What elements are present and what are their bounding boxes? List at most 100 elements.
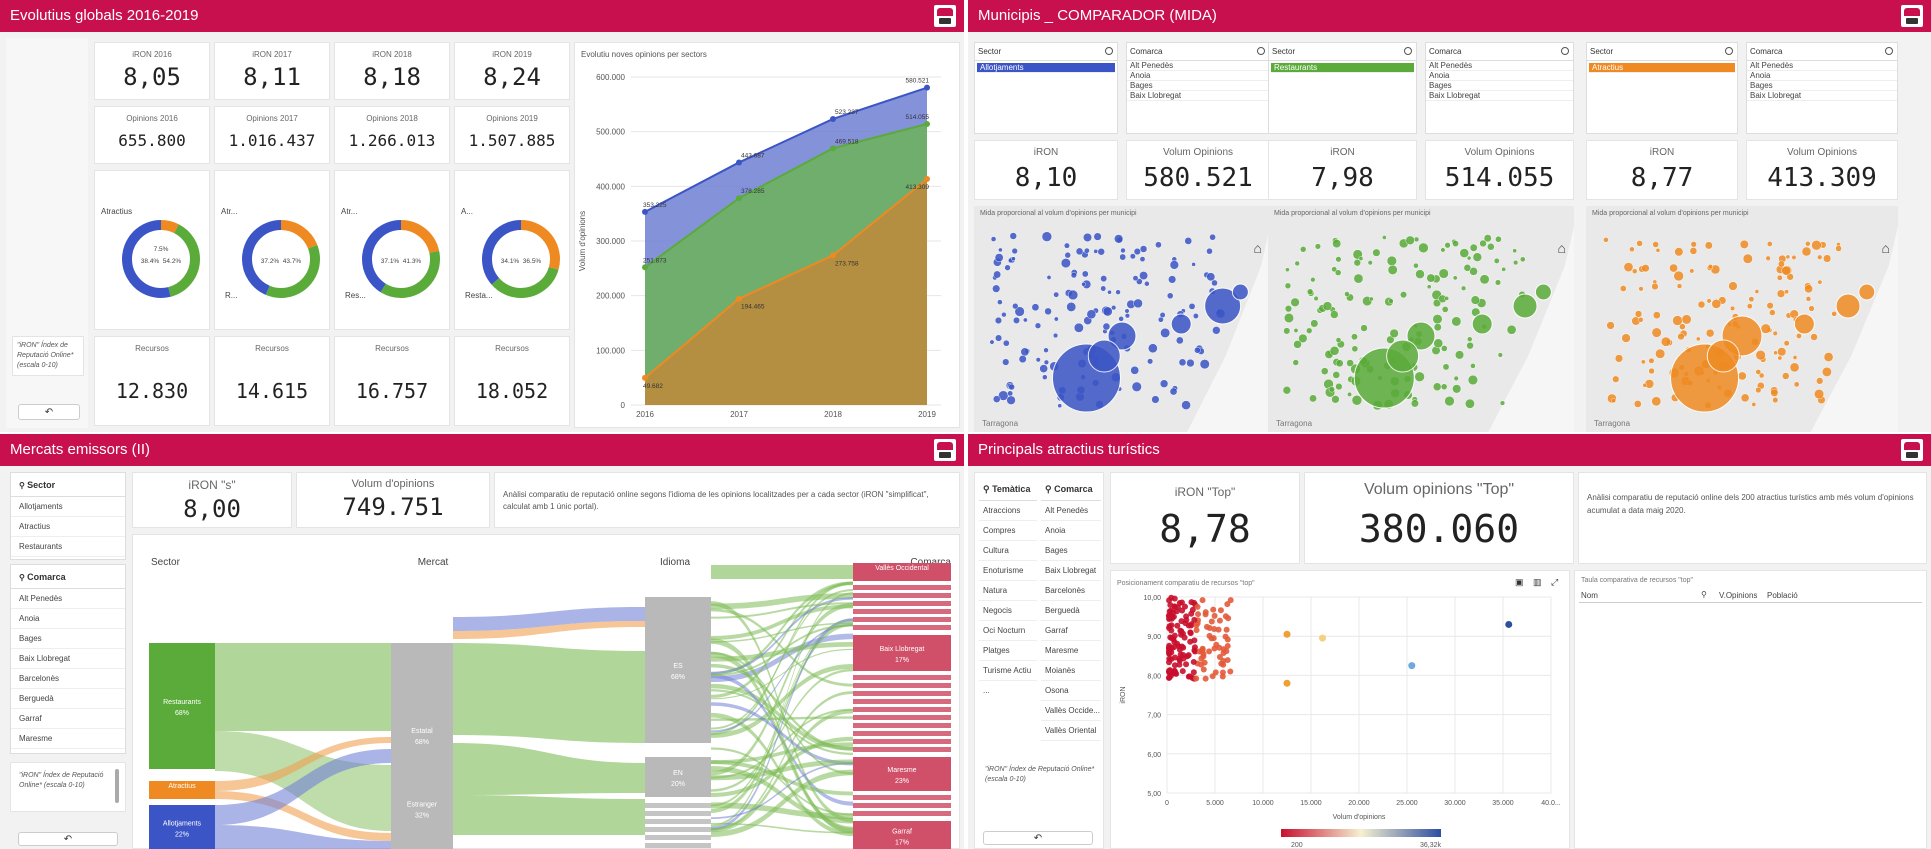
municipi-bubble[interactable] xyxy=(1386,339,1420,373)
resource-point[interactable] xyxy=(1165,648,1172,655)
resource-point[interactable] xyxy=(1195,611,1202,618)
municipi-bubble[interactable] xyxy=(1206,272,1216,282)
municipi-bubble[interactable] xyxy=(1697,300,1706,309)
municipi-bubble[interactable] xyxy=(1432,382,1442,392)
municipi-bubble[interactable] xyxy=(1042,374,1048,380)
municipi-bubble[interactable] xyxy=(1441,345,1448,352)
data-point[interactable] xyxy=(924,84,930,91)
sector-item[interactable]: Atractius xyxy=(11,517,125,537)
municipi-bubble[interactable] xyxy=(1169,260,1179,270)
municipi-bubble[interactable] xyxy=(1043,359,1050,365)
municipi-bubble[interactable] xyxy=(1777,347,1787,357)
municipi-bubble[interactable] xyxy=(1689,268,1695,274)
node-en[interactable] xyxy=(645,757,711,797)
municipi-bubble[interactable] xyxy=(1433,338,1444,349)
resource-point[interactable] xyxy=(1222,613,1229,620)
search-icon[interactable] xyxy=(1561,47,1569,55)
comarca-item[interactable]: Vallès Occide... xyxy=(1041,701,1101,721)
municipi-bubble[interactable] xyxy=(1463,264,1472,272)
back-button[interactable]: ↶ xyxy=(983,831,1093,845)
municipi-bubble[interactable] xyxy=(1346,359,1354,367)
comarca-item[interactable]: Maresme xyxy=(11,729,125,749)
node-comarca-minor[interactable] xyxy=(853,601,951,606)
municipi-bubble[interactable] xyxy=(994,316,1003,325)
municipi-bubble[interactable] xyxy=(1209,233,1216,241)
data-point[interactable] xyxy=(642,208,648,215)
municipi-bubble[interactable] xyxy=(1139,245,1148,253)
comarca-filter-header[interactable]: ⚲ Comarca xyxy=(1041,477,1101,501)
resource-point[interactable] xyxy=(1227,597,1234,604)
municipi-bubble[interactable] xyxy=(1742,253,1753,264)
municipi-bubble[interactable] xyxy=(995,334,1003,342)
search-icon[interactable] xyxy=(1885,47,1893,55)
municipi-bubble[interactable] xyxy=(1705,328,1715,338)
node-comarca-minor[interactable] xyxy=(853,593,951,598)
municipi-bubble[interactable] xyxy=(1614,354,1624,363)
municipi-bubble[interactable] xyxy=(1441,306,1449,313)
municipi-bubble[interactable] xyxy=(1810,333,1818,341)
municipi-bubble[interactable] xyxy=(1388,298,1394,304)
municipi-bubble[interactable] xyxy=(1814,389,1825,400)
municipi-bubble[interactable] xyxy=(1835,245,1842,252)
node-comarca-minor[interactable] xyxy=(853,675,951,680)
tematica-item[interactable]: Oci Nocturn xyxy=(979,621,1037,641)
municipi-bubble[interactable] xyxy=(1064,251,1071,259)
sector-selected[interactable]: Atractius xyxy=(1589,63,1735,73)
comarca-item[interactable]: Moianès xyxy=(1041,661,1101,681)
resource-point[interactable] xyxy=(1166,624,1173,631)
municipi-bubble[interactable] xyxy=(1460,285,1467,291)
node-idioma-minor[interactable] xyxy=(645,811,711,816)
municipi-bubble[interactable] xyxy=(1773,350,1778,356)
municipi-bubble[interactable] xyxy=(1335,382,1343,391)
municipi-bubble[interactable] xyxy=(1765,255,1771,261)
municipi-bubble[interactable] xyxy=(1178,358,1187,367)
municipi-bubble[interactable] xyxy=(1292,359,1299,366)
node-idioma-minor[interactable] xyxy=(645,835,711,840)
municipi-bubble[interactable] xyxy=(1452,275,1458,281)
municipi-bubble[interactable] xyxy=(1057,403,1063,409)
sankey-link[interactable] xyxy=(711,565,853,579)
municipi-bubble[interactable] xyxy=(1781,265,1792,276)
municipi-bubble[interactable] xyxy=(1469,243,1478,252)
municipi-bubble[interactable] xyxy=(1679,323,1686,330)
municipi-bubble[interactable] xyxy=(1652,241,1659,248)
municipi-bubble[interactable] xyxy=(1655,348,1666,359)
resource-point[interactable] xyxy=(1193,675,1200,682)
municipi-bubble[interactable] xyxy=(1760,323,1771,334)
municipi-bubble[interactable] xyxy=(1444,395,1455,407)
comarca-item[interactable]: Barcelonès xyxy=(1041,581,1101,601)
node-comarca-minor[interactable] xyxy=(853,715,951,720)
municipi-bubble[interactable] xyxy=(1706,339,1740,373)
data-point[interactable] xyxy=(830,115,836,122)
municipi-bubble[interactable] xyxy=(1660,336,1671,347)
municipi-bubble[interactable] xyxy=(1358,256,1364,261)
resource-point[interactable] xyxy=(1170,613,1177,620)
municipi-bubble[interactable] xyxy=(1648,357,1655,364)
comarca-item[interactable]: Anoia xyxy=(1127,71,1269,81)
municipi-bubble[interactable] xyxy=(1063,242,1070,249)
municipi-bubble[interactable] xyxy=(1472,252,1483,262)
comarca-item[interactable]: Bages xyxy=(1747,81,1897,91)
municipi-bubble[interactable] xyxy=(1777,355,1783,361)
comarca-item[interactable]: Baix Llobregat xyxy=(11,649,125,669)
resource-point[interactable] xyxy=(1166,667,1173,674)
resource-point[interactable] xyxy=(1188,610,1195,617)
municipi-bubble[interactable] xyxy=(1704,241,1713,250)
municipi-bubble[interactable] xyxy=(1131,381,1142,392)
comarca-item[interactable]: Berguedà xyxy=(11,689,125,709)
municipi-bubble[interactable] xyxy=(993,270,1002,279)
municipi-bubble[interactable] xyxy=(1495,235,1502,243)
municipi-bubble[interactable] xyxy=(1633,400,1642,408)
resource-point[interactable] xyxy=(1202,609,1209,616)
comarca-item[interactable]: Alt Penedès xyxy=(1041,501,1101,521)
municipi-bubble[interactable] xyxy=(1432,314,1443,325)
municipi-bubble[interactable] xyxy=(1782,372,1790,380)
municipi-bubble[interactable] xyxy=(1444,296,1450,301)
municipi-bubble[interactable] xyxy=(1534,283,1552,301)
resource-point[interactable] xyxy=(1223,626,1230,633)
resource-point[interactable] xyxy=(1208,635,1215,642)
municipi-bubble[interactable] xyxy=(1783,340,1790,347)
municipi-bubble[interactable] xyxy=(1695,336,1701,342)
municipi-bubble[interactable] xyxy=(1413,236,1420,243)
municipi-bubble[interactable] xyxy=(1389,328,1399,339)
